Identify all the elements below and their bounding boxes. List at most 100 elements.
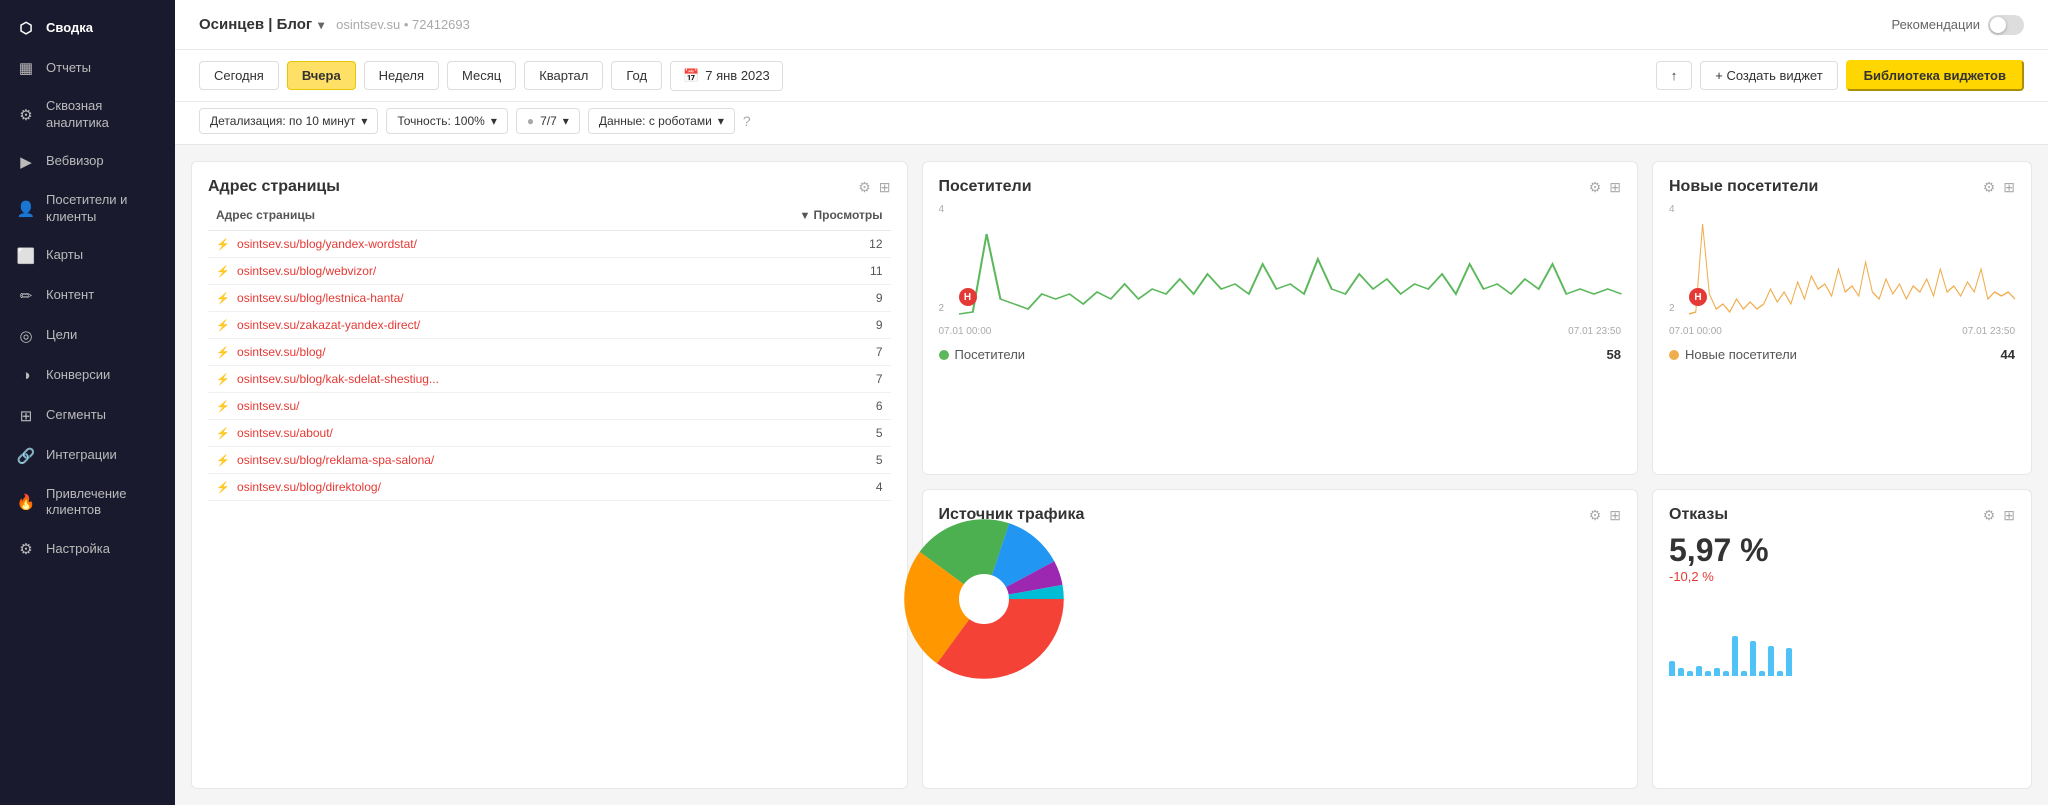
year-button[interactable]: Год <box>611 61 662 90</box>
sidebar: ⬡ Сводка ▦ Отчеты ⚙ Сквозная аналитика ▶… <box>0 0 175 805</box>
bounces-title: Отказы <box>1669 506 1728 524</box>
sidebar-item-konversii[interactable]: ◑ Конверсии <box>0 356 175 396</box>
edit-icon: ✏ <box>16 286 36 306</box>
date-value: 7 янв 2023 <box>705 68 770 83</box>
yesterday-button[interactable]: Вчера <box>287 61 356 90</box>
accuracy-filter[interactable]: Точность: 100% ▾ <box>386 108 508 134</box>
address-link[interactable]: osintsev.su/blog/lestnica-hanta/ <box>237 291 404 305</box>
today-button[interactable]: Сегодня <box>199 61 279 90</box>
site-url-id: osintsev.su • 72412693 <box>336 17 470 32</box>
address-link[interactable]: osintsev.su/ <box>237 399 299 413</box>
traffic-actions: ⚙ ⊞ <box>1589 507 1621 524</box>
sidebar-label-vebvizor: Вебвизор <box>46 153 104 170</box>
topbar-right: Рекомендации <box>1891 15 2024 35</box>
sidebar-item-posetiteli[interactable]: 👤 Посетители и клиенты <box>0 182 175 236</box>
upload-button[interactable]: ↑ <box>1656 61 1693 90</box>
bar-7 <box>1723 671 1729 676</box>
sidebar-item-vebvizor[interactable]: ▶ Вебвизор <box>0 142 175 182</box>
data-chevron-icon: ▾ <box>718 114 724 128</box>
quarter-button[interactable]: Квартал <box>524 61 603 90</box>
help-icon[interactable]: ? <box>743 113 751 129</box>
bounces-settings-icon[interactable]: ⚙ <box>1983 507 1996 524</box>
address-link[interactable]: osintsev.su/blog/kak-sdelat-shestiug... <box>237 372 439 386</box>
data-filter[interactable]: Данные: с роботами ▾ <box>588 108 735 134</box>
create-widget-button[interactable]: + Создать виджет <box>1700 61 1837 90</box>
address-settings-icon[interactable]: ⚙ <box>858 179 871 196</box>
chart-icon: ▦ <box>16 58 36 78</box>
new-visitors-grid-icon[interactable]: ⊞ <box>2003 179 2015 196</box>
bounces-grid-icon[interactable]: ⊞ <box>2003 507 2015 524</box>
sidebar-label-karty: Карты <box>46 247 83 264</box>
bounces-value: 5,97 % <box>1669 532 2015 569</box>
fire-icon: ⚡ <box>216 347 230 359</box>
fire-icon: ⚡ <box>216 374 230 386</box>
bar-11 <box>1759 671 1765 676</box>
month-button[interactable]: Месяц <box>447 61 516 90</box>
sidebar-item-skvoznaya[interactable]: ⚙ Сквозная аналитика <box>0 88 175 142</box>
traffic-grid-icon[interactable]: ⊞ <box>1609 507 1621 524</box>
sidebar-label-skvoznaya: Сквозная аналитика <box>46 98 159 132</box>
bounces-actions: ⚙ ⊞ <box>1983 507 2015 524</box>
address-link[interactable]: osintsev.su/zakazat-yandex-direct/ <box>237 318 420 332</box>
sidebar-item-otchety[interactable]: ▦ Отчеты <box>0 48 175 88</box>
segments-filter[interactable]: ● 7/7 ▾ <box>516 108 580 134</box>
address-link[interactable]: osintsev.su/blog/ <box>237 345 326 359</box>
detail-filter[interactable]: Детализация: по 10 минут ▾ <box>199 108 378 134</box>
address-header: Адрес страницы ⚙ ⊞ <box>208 178 891 196</box>
traffic-chart <box>939 554 1622 644</box>
visitors-settings-icon[interactable]: ⚙ <box>1589 179 1602 196</box>
address-link[interactable]: osintsev.su/blog/yandex-wordstat/ <box>237 237 417 251</box>
date-picker[interactable]: 📅 7 янв 2023 <box>670 61 783 91</box>
visitors-count: 58 <box>1607 347 1621 362</box>
sidebar-label-nastrojka: Настройка <box>46 541 110 558</box>
recommendations-toggle[interactable] <box>1988 15 2024 35</box>
table-row: ⚡ osintsev.su/blog/reklama-spa-salona/ 5 <box>208 447 891 474</box>
sidebar-label-privlechenie: Привлечение клиентов <box>46 486 159 520</box>
address-col2-header: ▼ Просмотры <box>691 204 891 231</box>
new-visitors-settings-icon[interactable]: ⚙ <box>1983 179 1996 196</box>
address-cell: ⚡ osintsev.su/blog/direktolog/ <box>208 474 691 501</box>
bounces-bar-chart <box>1669 596 2015 676</box>
address-actions: ⚙ ⊞ <box>858 179 890 196</box>
map-icon: ⬜ <box>16 246 36 266</box>
table-row: ⚡ osintsev.su/ 6 <box>208 393 891 420</box>
sidebar-item-karty[interactable]: ⬜ Карты <box>0 236 175 276</box>
traffic-header: Источник трафика ⚙ ⊞ <box>939 506 1622 524</box>
data-label: Данные: с роботами <box>599 114 712 128</box>
site-selector[interactable]: Осинцев | Блог ▾ <box>199 16 324 33</box>
chevron-down-icon: ▾ <box>318 18 324 32</box>
widget-library-button[interactable]: Библиотека виджетов <box>1846 60 2024 91</box>
segments-chevron-icon: ▾ <box>563 114 569 128</box>
address-grid-icon[interactable]: ⊞ <box>879 179 891 196</box>
topbar-left: Осинцев | Блог ▾ osintsev.su • 72412693 <box>199 16 470 33</box>
sidebar-item-segmenty[interactable]: ⊞ Сегменты <box>0 396 175 436</box>
sidebar-item-kontent[interactable]: ✏ Контент <box>0 276 175 316</box>
address-table: Адрес страницы ▼ Просмотры ⚡ osintsev.su… <box>208 204 891 501</box>
sidebar-item-nastrojka[interactable]: ⚙ Настройка <box>0 529 175 569</box>
week-button[interactable]: Неделя <box>364 61 439 90</box>
segments-label: 7/7 <box>540 114 557 128</box>
address-cell: ⚡ osintsev.su/blog/yandex-wordstat/ <box>208 231 691 258</box>
views-cell: 9 <box>691 312 891 339</box>
sidebar-item-privlechenie[interactable]: 🔥 Привлечение клиентов <box>0 476 175 530</box>
views-cell: 12 <box>691 231 891 258</box>
bar-1 <box>1669 661 1675 676</box>
address-link[interactable]: osintsev.su/blog/direktolog/ <box>237 480 381 494</box>
accuracy-label: Точность: 100% <box>397 114 484 128</box>
address-link[interactable]: osintsev.su/blog/reklama-spa-salona/ <box>237 453 434 467</box>
toolbar-right-actions: ↑ + Создать виджет Библиотека виджетов <box>1656 60 2024 91</box>
sidebar-label-posetiteli: Посетители и клиенты <box>46 192 159 226</box>
traffic-settings-icon[interactable]: ⚙ <box>1589 507 1602 524</box>
calendar-icon: 📅 <box>683 68 699 84</box>
address-link[interactable]: osintsev.su/blog/webvizor/ <box>237 264 376 278</box>
address-cell: ⚡ osintsev.su/blog/kak-sdelat-shestiug..… <box>208 366 691 393</box>
new-visitors-chart: 4 2 Н <box>1669 204 2015 324</box>
address-link[interactable]: osintsev.su/about/ <box>237 426 333 440</box>
bounces-header: Отказы ⚙ ⊞ <box>1669 506 2015 524</box>
visitors-grid-icon[interactable]: ⊞ <box>1609 179 1621 196</box>
fire-icon: ⚡ <box>216 455 230 467</box>
sidebar-item-svodka[interactable]: ⬡ Сводка <box>0 8 175 48</box>
recommendations-label: Рекомендации <box>1891 17 1980 32</box>
sidebar-item-integracii[interactable]: 🔗 Интеграции <box>0 436 175 476</box>
sidebar-item-tseli[interactable]: ◎ Цели <box>0 316 175 356</box>
